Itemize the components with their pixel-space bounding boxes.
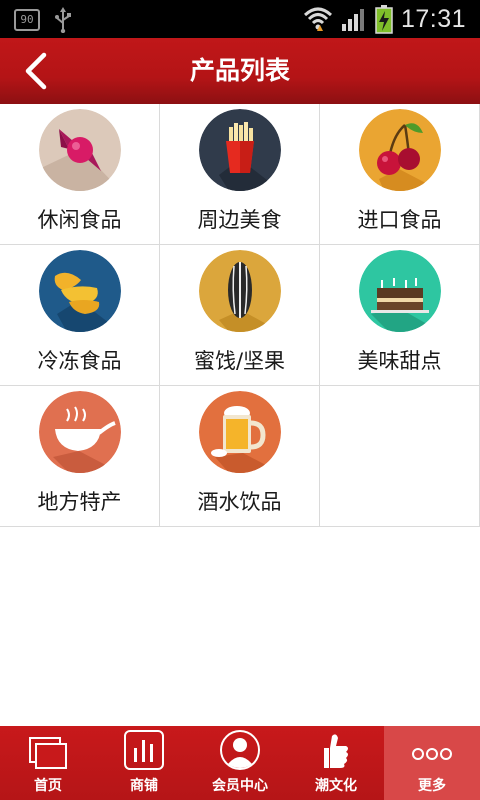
notification-badge: 90 [14,9,40,31]
tab-label: 潮文化 [315,778,357,794]
category-item-street-food[interactable]: 周边美食 [160,104,320,245]
category-label: 进口食品 [357,208,442,232]
tab-label: 更多 [418,778,446,794]
category-label: 美味甜点 [357,349,442,373]
category-label: 地方特产 [37,490,122,514]
chicken-wings-icon [39,250,121,332]
tab-label: 会员中心 [212,778,268,794]
soup-bowl-icon [39,391,121,473]
back-button[interactable] [14,49,60,93]
usb-icon [55,7,71,33]
category-item-drinks[interactable]: 酒水饮品 [160,386,320,527]
category-item-frozen[interactable]: 冷冻食品 [0,245,160,386]
home-pages-icon [29,737,67,769]
category-item-local-specialty[interactable]: 地方特产 [0,386,160,527]
sunflower-seed-icon [199,250,281,332]
tab-label: 商铺 [130,778,158,794]
category-grid: 休闲食品 周边美食 进口食品 冷冻食品 蜜饯/坚果 美味甜点 地方特产 酒水饮品 [0,104,480,527]
category-item-nuts[interactable]: 蜜饯/坚果 [160,245,320,386]
battery-charging-icon [375,5,393,34]
tab-member-center[interactable]: 会员中心 [192,726,288,800]
status-bar: 90 17:31 [0,0,480,38]
signal-icon [341,9,364,31]
category-label: 周边美食 [197,208,282,232]
product-list-screen: 90 17:31 产品列表 休闲食品 周边美食 进口食品 冷冻食品 蜜饯/坚果 … [0,0,480,800]
cake-icon [359,250,441,332]
page-title: 产品列表 [189,56,290,85]
tab-home[interactable]: 首页 [0,726,96,800]
category-label: 休闲食品 [37,208,122,232]
bottom-tab-bar: 首页 商铺 会员中心 潮文化 更多 [0,726,480,800]
tab-shop[interactable]: 商铺 [96,726,192,800]
cherry-icon [359,109,441,191]
empty-grid-cell [320,386,480,527]
category-label: 酒水饮品 [197,490,282,514]
tab-label: 首页 [34,778,62,794]
app-header: 产品列表 [0,38,480,104]
beer-mug-icon [199,391,281,473]
candy-icon [39,109,121,191]
category-item-imported[interactable]: 进口食品 [320,104,480,245]
shop-icon [124,730,164,770]
tab-trend-culture[interactable]: 潮文化 [288,726,384,800]
member-icon [220,730,260,770]
more-icon [412,748,452,760]
status-clock: 17:31 [400,4,466,33]
thumbs-up-icon [324,734,348,768]
category-label: 蜜饯/坚果 [193,349,286,373]
category-item-snacks[interactable]: 休闲食品 [0,104,160,245]
category-item-desserts[interactable]: 美味甜点 [320,245,480,386]
category-label: 冷冻食品 [37,349,122,373]
wifi-icon [303,7,332,31]
french-fries-icon [199,109,281,191]
back-arrow-icon [25,52,47,90]
tab-more[interactable]: 更多 [384,726,480,800]
